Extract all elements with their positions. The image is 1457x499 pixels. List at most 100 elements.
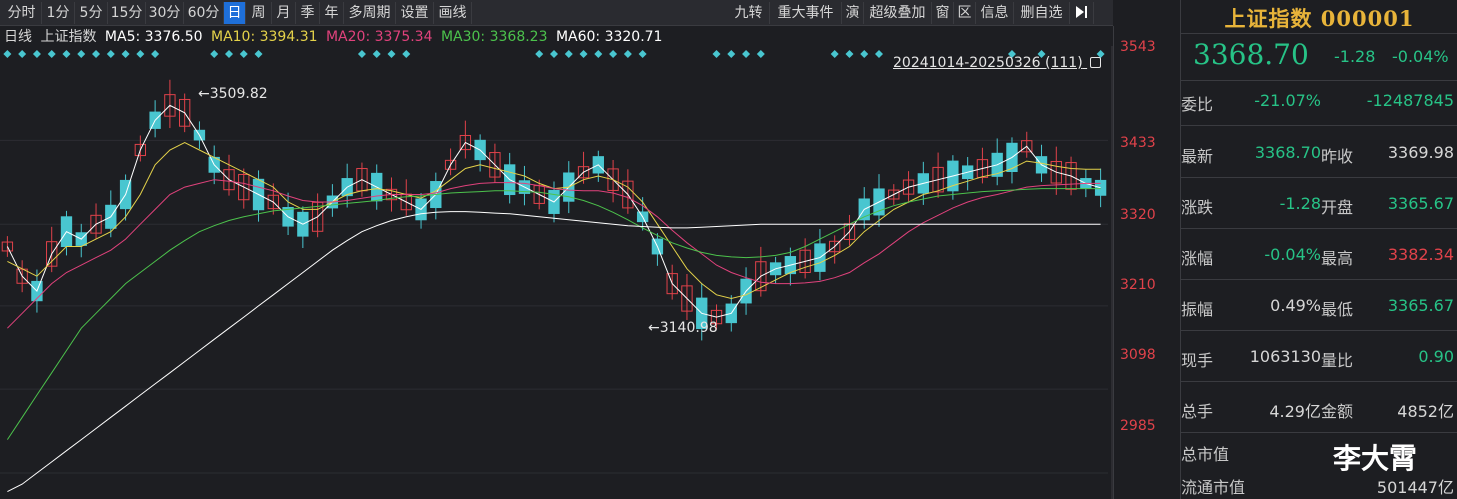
row-label: 振幅 xyxy=(1181,300,1214,319)
quote-row: 总手 4.29亿 金额 4852亿 xyxy=(1181,398,1457,424)
price-change: -1.28 xyxy=(1334,47,1376,66)
event-marker-icon xyxy=(210,50,219,58)
event-marker-icon xyxy=(254,50,263,58)
row-label-2: 最低 xyxy=(1321,300,1354,319)
row-label: 最新 xyxy=(1181,147,1214,166)
watermark: 李大霄 xyxy=(1333,442,1418,475)
period-tab[interactable]: 15分 xyxy=(108,2,146,24)
last-price: 3368.70 xyxy=(1193,38,1309,71)
event-marker-icon xyxy=(239,50,248,58)
ma20-label: MA20: 3375.34 xyxy=(325,29,433,45)
event-marker-icon xyxy=(387,50,396,58)
divider xyxy=(1181,228,1457,229)
divider xyxy=(1181,381,1457,382)
row-label-2: 开盘 xyxy=(1321,198,1354,217)
high-label: ←3509.82 xyxy=(198,86,268,102)
row-value-2: 3382.34 xyxy=(1387,245,1454,264)
event-marker-icon xyxy=(712,50,721,58)
period-tab[interactable]: 日 xyxy=(224,2,246,24)
row-value-2: 3365.67 xyxy=(1387,296,1454,315)
row-value: 4.29亿 xyxy=(1269,402,1321,421)
divider xyxy=(1181,279,1457,280)
event-marker-icon xyxy=(609,50,618,58)
quote-row: 涨跌 -1.28 开盘 3365.67 xyxy=(1181,194,1457,220)
price-change-pct: -0.04% xyxy=(1392,47,1449,66)
toolbar-button[interactable]: 窗 xyxy=(932,2,954,24)
row-label: 委比 xyxy=(1181,95,1214,114)
event-marker-icon xyxy=(47,50,56,58)
event-marker-icon xyxy=(623,50,632,58)
period-tab[interactable]: 画线 xyxy=(434,2,472,24)
event-marker-icon xyxy=(594,50,603,58)
row-value: 0.49% xyxy=(1270,296,1321,315)
toolbar-button[interactable]: 信息 xyxy=(976,2,1014,24)
axis-tick: 3543 xyxy=(1120,39,1156,55)
event-marker-icon xyxy=(372,50,381,58)
period-tab[interactable]: 月 xyxy=(272,2,296,24)
row-value-2: -12487845 xyxy=(1366,91,1454,110)
period-label: 日线 xyxy=(4,29,32,45)
row-label: 现手 xyxy=(1181,351,1214,370)
row-label-2: 最高 xyxy=(1321,249,1354,268)
lock-icon[interactable] xyxy=(1090,57,1102,68)
toolbar-button[interactable]: 超级叠加 xyxy=(864,2,932,24)
toolbar-button[interactable]: 删自选 xyxy=(1014,2,1070,24)
toolbar-button[interactable]: 重大事件 xyxy=(770,2,842,24)
high-value: 3509.82 xyxy=(209,86,268,102)
ma5-label: MA5: 3376.50 xyxy=(104,29,203,45)
low-value: 3140.98 xyxy=(659,320,718,336)
toolbar-button[interactable]: 演 xyxy=(842,2,864,24)
event-marker-icon xyxy=(860,50,869,58)
divider xyxy=(1181,432,1457,433)
row-value: -0.04% xyxy=(1264,245,1321,264)
event-marker-icon xyxy=(550,50,558,58)
event-marker-icon xyxy=(18,50,27,58)
divider xyxy=(1181,177,1457,178)
period-tab[interactable]: 年 xyxy=(320,2,344,24)
row-label: 涨幅 xyxy=(1181,249,1214,268)
kline-chart[interactable]: 20241014-20250326 (111) ←3509.82 ←3140.9… xyxy=(0,46,1113,499)
row-value: 1063130 xyxy=(1249,347,1321,366)
toolbar-button[interactable]: 区 xyxy=(954,2,976,24)
period-tab[interactable]: 季 xyxy=(296,2,320,24)
row-label-2: 金额 xyxy=(1321,402,1354,421)
period-tab[interactable]: 设置 xyxy=(396,2,434,24)
ma30-label: MA30: 3368.23 xyxy=(440,29,548,45)
collapse-panel-icon[interactable] xyxy=(1070,2,1094,24)
period-tab[interactable]: 5分 xyxy=(75,2,108,24)
period-tab[interactable]: 60分 xyxy=(184,2,224,24)
row-label: 涨跌 xyxy=(1181,198,1214,217)
divider xyxy=(1181,330,1457,331)
divider xyxy=(1181,80,1457,81)
row-value-2: 4852亿 xyxy=(1397,402,1454,421)
period-tab[interactable]: 1分 xyxy=(42,2,75,24)
event-marker-icon xyxy=(579,50,588,58)
period-tab[interactable]: 30分 xyxy=(146,2,184,24)
event-marker-icon xyxy=(727,50,736,58)
event-marker-icon xyxy=(121,50,130,58)
event-marker-icon xyxy=(402,50,411,58)
axis-tick: 3210 xyxy=(1120,277,1156,293)
row-value: 3368.70 xyxy=(1254,143,1321,162)
period-tab[interactable]: 多周期 xyxy=(344,2,396,24)
event-marker-icon xyxy=(32,50,41,58)
period-tab[interactable]: 周 xyxy=(246,2,272,24)
ma30-line xyxy=(6,188,1101,440)
axis-tick: 3433 xyxy=(1120,135,1156,151)
event-marker-icon xyxy=(136,50,145,58)
kline-svg[interactable] xyxy=(0,46,1113,499)
quote-row: 涨幅 -0.04% 最高 3382.34 xyxy=(1181,245,1457,271)
toolbar-button[interactable]: 九转 xyxy=(728,2,770,24)
date-range-text: 20241014-20250326 (111) xyxy=(893,55,1083,71)
row-value-2: 501447亿 xyxy=(1376,478,1454,497)
row-value-2: 0.90 xyxy=(1418,347,1454,366)
quote-row: 现手 1063130 量比 0.90 xyxy=(1181,347,1457,373)
event-marker-icon xyxy=(357,50,366,58)
divider xyxy=(1181,125,1457,126)
event-marker-icon xyxy=(224,50,233,58)
low-label: ←3140.98 xyxy=(648,320,718,336)
event-marker-icon xyxy=(742,50,751,58)
axis-tick: 3098 xyxy=(1120,347,1156,363)
event-marker-icon xyxy=(77,50,86,58)
period-tab[interactable]: 分时 xyxy=(2,2,42,24)
